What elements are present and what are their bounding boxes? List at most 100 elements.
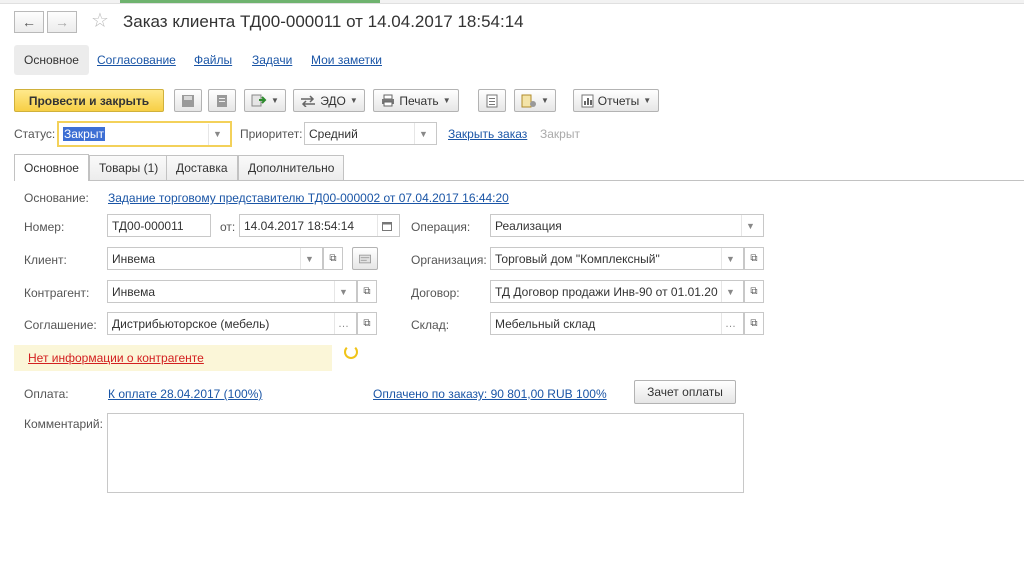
agreement-select[interactable]: Дистрибьюторское (мебель) …	[107, 312, 357, 335]
ellipsis-icon[interactable]: …	[334, 313, 352, 334]
tab-goods[interactable]: Товары (1)	[89, 155, 169, 180]
date-input[interactable]: 14.04.2017 18:54:14	[239, 214, 400, 237]
exchange-arrows-icon	[301, 94, 316, 107]
operation-label: Операция:	[411, 220, 471, 234]
counterparty-label: Контрагент:	[24, 286, 90, 300]
agreement-label: Соглашение:	[24, 318, 97, 332]
back-button[interactable]: ←	[14, 11, 44, 33]
topnav-notes[interactable]: Мои заметки	[311, 45, 382, 75]
forward-button[interactable]: →	[47, 11, 77, 33]
dropdown-arrow-icon[interactable]: ▼	[300, 248, 318, 269]
dropdown-arrow-icon[interactable]: ▼	[334, 281, 352, 302]
agreement-open-button[interactable]: ⧉	[357, 312, 377, 335]
client-open-button[interactable]: ⧉	[323, 247, 343, 270]
create-based-icon	[251, 94, 267, 106]
arrow-left-icon: ←	[22, 14, 36, 30]
contract-select[interactable]: ТД Договор продажи Инв-90 от 01.01.20 ▼	[490, 280, 744, 303]
tab-main[interactable]: Основное	[14, 154, 89, 181]
priority-select[interactable]: Средний ▼	[304, 122, 437, 145]
post-button[interactable]	[208, 89, 236, 112]
open-window-icon: ⧉	[329, 253, 337, 264]
operation-value: Реализация	[495, 218, 562, 233]
priority-value: Средний	[309, 126, 358, 141]
client-card-button[interactable]	[352, 247, 378, 270]
tab-additional[interactable]: Дополнительно	[238, 155, 345, 180]
operation-select[interactable]: Реализация ▼	[490, 214, 764, 237]
caret-down-icon: ▼	[442, 96, 451, 105]
reports-button[interactable]: Отчеты ▼	[573, 89, 659, 112]
caret-down-icon: ▼	[643, 96, 652, 105]
client-select[interactable]: Инвема ▼	[107, 247, 323, 270]
warehouse-select[interactable]: Мебельный склад …	[490, 312, 744, 335]
edo-button-label: ЭДО	[320, 93, 346, 108]
paid-amount-link[interactable]: Оплачено по заказу: 90 801,00 RUB 100%	[373, 387, 607, 401]
warehouse-label: Склад:	[411, 318, 450, 332]
open-window-icon: ⧉	[363, 286, 371, 297]
client-value: Инвема	[112, 251, 156, 266]
list-document-icon	[486, 94, 498, 107]
print-button[interactable]: Печать ▼	[373, 89, 459, 112]
organization-select[interactable]: Торговый дом "Комплексный" ▼	[490, 247, 744, 270]
contract-open-button[interactable]: ⧉	[744, 280, 764, 303]
dropdown-arrow-icon[interactable]: ▼	[721, 281, 739, 302]
edo-button[interactable]: ЭДО ▼	[293, 89, 365, 112]
dropdown-arrow-icon[interactable]: ▼	[414, 123, 432, 144]
counterparty-select[interactable]: Инвема ▼	[107, 280, 357, 303]
post-and-close-button[interactable]: Провести и закрыть	[14, 89, 164, 112]
organization-label: Организация:	[411, 253, 487, 267]
report-icon	[581, 94, 594, 107]
number-input[interactable]: ТД00-000011	[107, 214, 211, 237]
close-order-link[interactable]: Закрыть заказ	[448, 127, 527, 141]
comment-textarea[interactable]	[107, 413, 744, 493]
open-window-icon: ⧉	[363, 318, 371, 329]
reports-button-label: Отчеты	[597, 93, 640, 108]
agreement-value: Дистрибьюторское (мебель)	[112, 316, 270, 331]
status-value: Закрыт	[63, 127, 105, 141]
topnav-main[interactable]: Основное	[14, 45, 89, 75]
counterparty-open-button[interactable]: ⧉	[357, 280, 377, 303]
save-button[interactable]	[174, 89, 202, 112]
id-card-icon	[359, 254, 371, 263]
counterparty-value: Инвема	[112, 284, 156, 299]
topnav-approval[interactable]: Согласование	[97, 45, 176, 75]
basis-link[interactable]: Задание торговому представителю ТД00-000…	[108, 191, 509, 205]
top-strip	[0, 0, 1024, 4]
contract-value: ТД Договор продажи Инв-90 от 01.01.20	[495, 284, 718, 299]
floppy-icon	[182, 94, 194, 107]
calendar-icon[interactable]	[377, 215, 395, 236]
tab-delivery[interactable]: Доставка	[166, 155, 238, 180]
favorite-star-icon[interactable]: ☆	[91, 8, 109, 33]
page-title: Заказ клиента ТД00-000011 от 14.04.2017 …	[123, 12, 524, 31]
status-select[interactable]: Закрыт ▼	[57, 121, 232, 147]
active-tab-indicator	[120, 0, 380, 3]
structure-button[interactable]	[478, 89, 506, 112]
payment-schedule-link[interactable]: К оплате 28.04.2017 (100%)	[108, 387, 262, 401]
caret-down-icon: ▼	[349, 96, 358, 105]
open-window-icon: ⧉	[750, 286, 758, 297]
organization-open-button[interactable]: ⧉	[744, 247, 764, 270]
status-label: Статус:	[14, 127, 56, 141]
number-label: Номер:	[24, 220, 65, 234]
dropdown-arrow-icon[interactable]: ▼	[721, 248, 739, 269]
payment-offset-button[interactable]: Зачет оплаты	[634, 380, 736, 404]
dropdown-arrow-icon[interactable]: ▼	[741, 215, 759, 236]
topnav-tasks[interactable]: Задачи	[252, 45, 292, 75]
open-window-icon: ⧉	[750, 318, 758, 329]
printer-icon	[382, 94, 395, 107]
comment-label: Комментарий:	[24, 417, 103, 431]
caret-down-icon: ▼	[271, 96, 279, 105]
attachment-document-icon	[521, 94, 537, 107]
date-from-label: от:	[220, 220, 236, 234]
closed-status-text: Закрыт	[540, 127, 580, 141]
counterparty-warning-link[interactable]: Нет информации о контрагенте	[28, 351, 204, 365]
attachments-button[interactable]: ▼	[514, 89, 556, 112]
client-label: Клиент:	[24, 253, 67, 267]
open-window-icon: ⧉	[750, 253, 758, 264]
create-based-on-button[interactable]: ▼	[244, 89, 286, 112]
ellipsis-icon[interactable]: …	[721, 313, 739, 334]
warehouse-open-button[interactable]: ⧉	[744, 312, 764, 335]
payment-label: Оплата:	[24, 387, 69, 401]
topnav-files[interactable]: Файлы	[194, 45, 232, 75]
dropdown-arrow-icon[interactable]: ▼	[208, 123, 226, 145]
warehouse-value: Мебельный склад	[495, 316, 596, 331]
